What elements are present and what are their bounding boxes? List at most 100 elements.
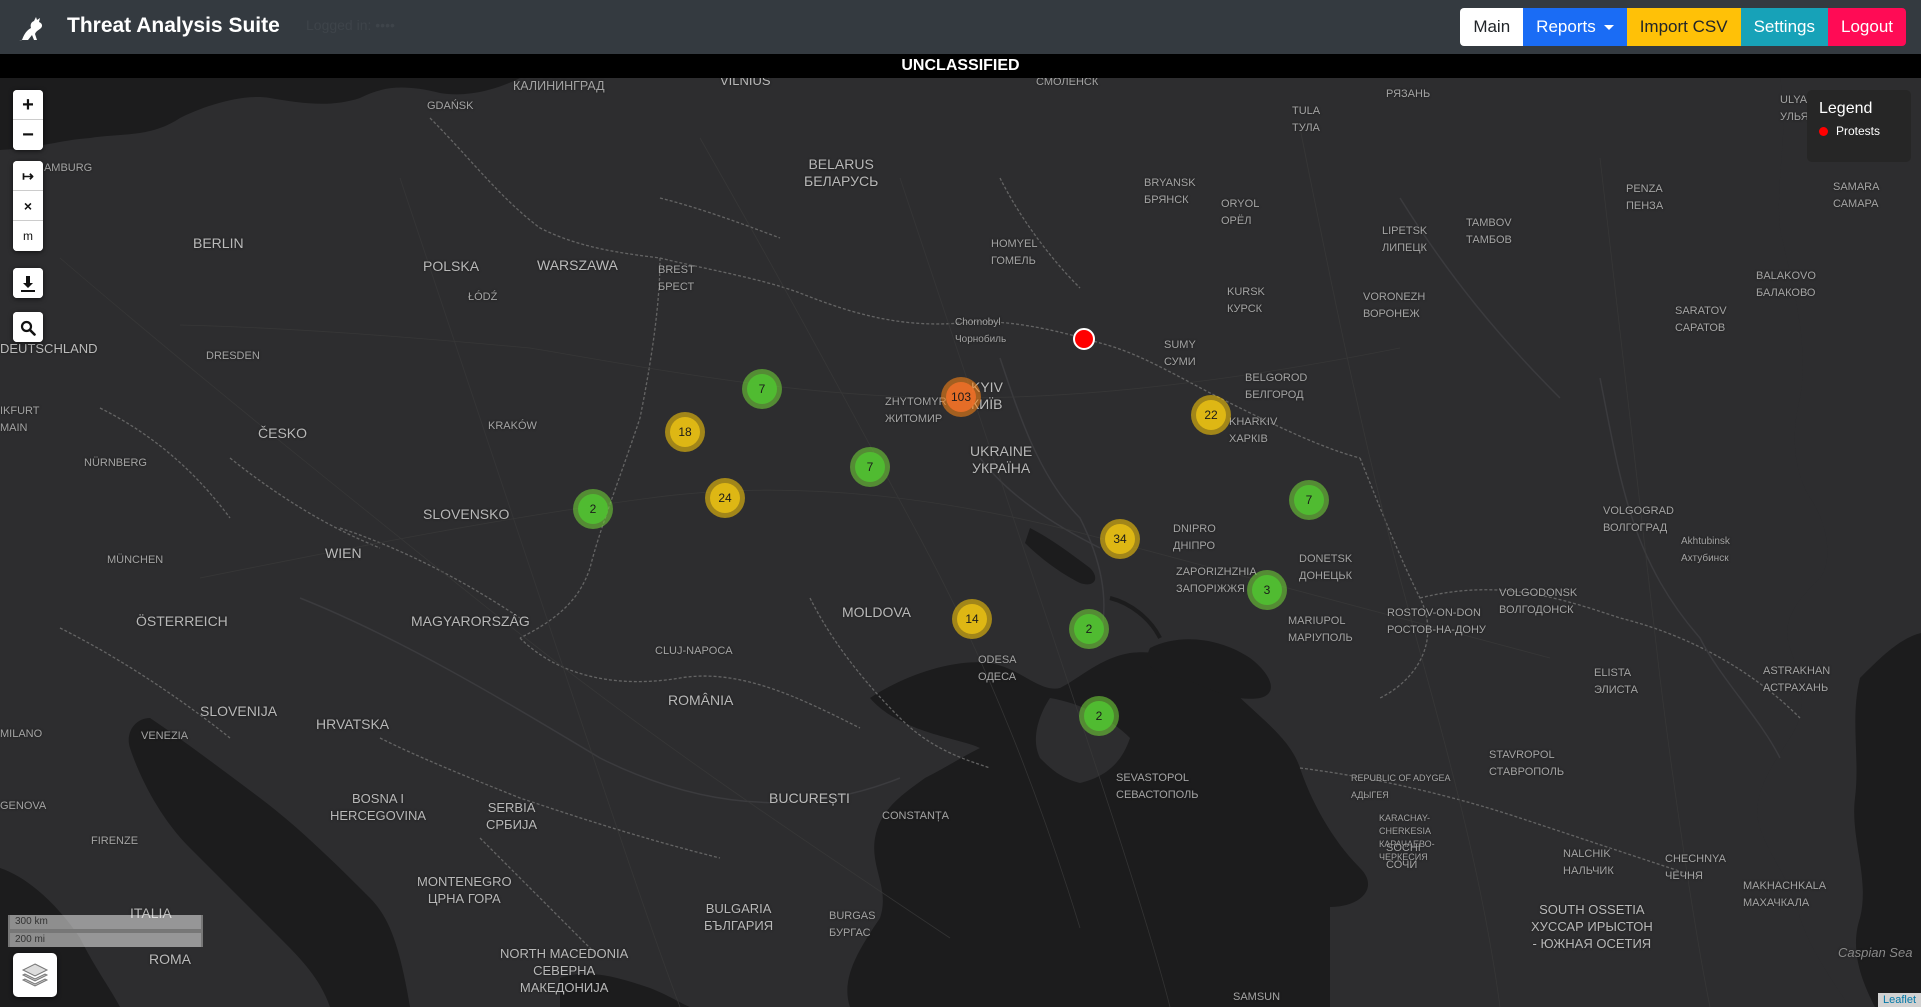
protest-marker[interactable] (1073, 328, 1095, 350)
cluster-count: 34 (1105, 524, 1135, 554)
marker-cluster[interactable]: 2 (1079, 696, 1119, 736)
map-label: KHARKIV ХАРКІВ (1229, 416, 1278, 445)
marker-cluster[interactable]: 18 (665, 412, 705, 452)
cluster-count: 22 (1196, 400, 1226, 430)
app-title[interactable]: Threat Analysis Suite (67, 14, 280, 38)
map-label: MILANO (0, 728, 43, 740)
classification-banner: UNCLASSIFIED (0, 54, 1921, 78)
search-icon (20, 320, 36, 336)
map-label: NÜRNBERG (84, 457, 147, 469)
map-label: BULGARIA БЪЛГАРИЯ (704, 901, 774, 933)
map-label: BREST БРЕСТ (658, 264, 695, 293)
navbar: Threat Analysis Suite Logged in: •••• Ma… (0, 0, 1921, 54)
clear-measure-button[interactable]: × (13, 191, 43, 221)
map-label: SEVASTOPOL СЕВАСТОПОЛЬ (1116, 772, 1199, 801)
map-label: PENZA ПЕНЗА (1626, 183, 1664, 212)
map-label: ODESA ОДЕСА (978, 654, 1017, 683)
logout-button[interactable]: Logout (1828, 8, 1906, 46)
cluster-count: 7 (1294, 485, 1324, 515)
map-label: Akhtubinsk Ахтубинск (1681, 536, 1730, 564)
map-label: HAMBURG (36, 162, 93, 174)
scale-km: 300 km (8, 915, 203, 931)
map-label: REPUBLIC OF ADYGEA АДЫГЕЯ (1351, 773, 1451, 800)
cluster-count: 18 (670, 417, 700, 447)
map[interactable]: КАЛИНИНГРАД VILNIUS СМОЛЕНСК РЯЗАНЬ GDAŃ… (0, 78, 1921, 1007)
map-label: ELISTA ЭЛИСТА (1594, 667, 1638, 696)
measure-distance-button[interactable]: ↦ (13, 161, 43, 191)
map-legend: Legend Protests (1807, 90, 1911, 162)
measure-units-button[interactable]: m (13, 221, 43, 251)
map-label: HRVATSKA (316, 716, 390, 732)
legend-title: Legend (1819, 100, 1873, 117)
map-label: CHECHNYA ЧЕЧНЯ (1665, 853, 1726, 882)
map-label: MONTENEGRO ЦРНА ГОРА (417, 874, 512, 906)
cluster-count: 2 (1074, 614, 1104, 644)
map-label: ORYOL ОРЁЛ (1221, 198, 1260, 227)
map-label: ROSTOV-ON-DON РОСТОВ-НА-ДОНУ (1387, 607, 1486, 636)
download-control (13, 268, 43, 298)
map-label: MOLDOVA (842, 604, 911, 620)
marker-cluster[interactable]: 22 (1191, 395, 1231, 435)
reports-label: Reports (1536, 17, 1596, 36)
map-label: ŁÓDŹ (468, 291, 498, 303)
marker-cluster[interactable]: 7 (850, 447, 890, 487)
attribution-link[interactable]: Leaflet (1877, 993, 1921, 1007)
marker-cluster[interactable]: 7 (1289, 480, 1329, 520)
map-label: LIPETSK ЛИПЕЦК (1382, 225, 1428, 254)
map-label: ROMA (149, 951, 191, 967)
search-button[interactable] (13, 312, 43, 342)
map-label: VORONEZH ВОРОНЕЖ (1363, 291, 1426, 320)
zoom-out-button[interactable]: − (13, 120, 43, 150)
map-label: MAKHACHKALA МАХАЧКАЛА (1743, 880, 1827, 909)
map-label: GDAŃSK (427, 100, 474, 112)
marker-cluster[interactable]: 103 (941, 377, 981, 417)
map-label: BRYANSK БРЯНСК (1144, 177, 1196, 206)
import-csv-button[interactable]: Import CSV (1626, 8, 1741, 46)
map-label: SOUTH OSSETIA ХУССАР ИРЫСТОН - ЮЖНАЯ ОСЕ… (1531, 902, 1653, 951)
map-label: NORTH MACEDONIA СЕВЕРНА МАКЕДОНИЈА (500, 946, 629, 995)
marker-cluster[interactable]: 34 (1100, 519, 1140, 559)
layers-icon (21, 963, 49, 987)
download-button[interactable] (13, 268, 43, 298)
main-button[interactable]: Main (1460, 8, 1524, 46)
map-label: VILNIUS (720, 78, 771, 88)
marker-cluster[interactable]: 14 (952, 599, 992, 639)
map-label: CLUJ-NAPOCA (655, 645, 733, 657)
reports-dropdown-button[interactable]: Reports (1523, 8, 1627, 46)
map-label: DONETSK ДОНЕЦЬК (1299, 553, 1353, 582)
scale-bar: 300 km 200 mi (8, 915, 203, 947)
map-label: WARSZAWA (537, 257, 618, 273)
map-label: VOLGOGRAD ВОЛГОГРАД (1603, 505, 1674, 534)
marker-cluster[interactable]: 2 (573, 489, 613, 529)
zoom-control: + − (13, 90, 43, 150)
map-label: SLOVENSKO (423, 506, 510, 522)
map-label: ASTRAKHAN АСТРАХАНЬ (1763, 665, 1831, 694)
map-label: SARATOV САРАТОВ (1675, 305, 1727, 334)
legend-dot-icon (1819, 126, 1828, 136)
cluster-count: 2 (1084, 701, 1114, 731)
marker-cluster[interactable]: 2 (1069, 609, 1109, 649)
map-label: BOSNA I HERCEGOVINA (330, 791, 427, 823)
cluster-count: 3 (1252, 575, 1282, 605)
map-label: ROMÂNIA (668, 692, 734, 708)
marker-cluster[interactable]: 7 (742, 369, 782, 409)
map-label: MAGYARORSZÁG (411, 613, 530, 629)
map-label: SERBIA СРБИЈА (486, 800, 538, 832)
map-label: Caspian Sea (1838, 945, 1913, 960)
settings-button[interactable]: Settings (1740, 8, 1828, 46)
map-label: SOCHI СОЧИ (1386, 842, 1421, 871)
cluster-count: 7 (747, 374, 777, 404)
zoom-in-button[interactable]: + (13, 90, 43, 120)
legend-item-label: Protests (1836, 124, 1881, 138)
cluster-count: 7 (855, 452, 885, 482)
marker-cluster[interactable]: 3 (1247, 570, 1287, 610)
layers-button[interactable] (13, 953, 57, 997)
map-label: BELARUS БЕЛАРУСЬ (804, 156, 879, 189)
map-label: KRAKÓW (488, 420, 537, 432)
caret-down-icon (1603, 25, 1614, 31)
cluster-count: 2 (578, 494, 608, 524)
map-label: SLOVENIJA (200, 703, 278, 719)
cluster-count: 24 (710, 483, 740, 513)
map-label: UKRAINE УКРАЇНА (970, 443, 1033, 476)
marker-cluster[interactable]: 24 (705, 478, 745, 518)
